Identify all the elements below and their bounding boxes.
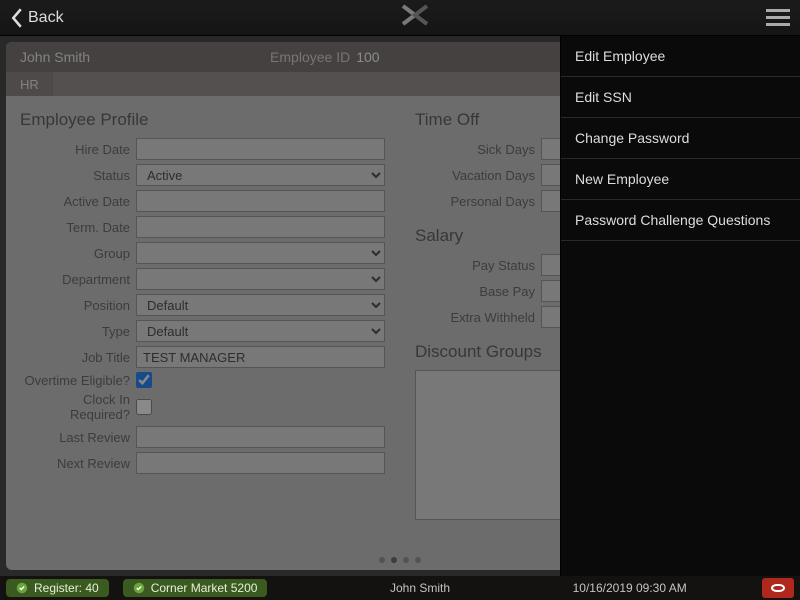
menu-item-edit-employee[interactable]: Edit Employee bbox=[561, 36, 800, 77]
app-logo bbox=[401, 4, 429, 32]
brand-badge[interactable] bbox=[762, 578, 794, 598]
side-menu: Edit Employee Edit SSN Change Password N… bbox=[560, 36, 800, 576]
chevron-left-icon bbox=[10, 8, 24, 28]
menu-item-edit-ssn[interactable]: Edit SSN bbox=[561, 77, 800, 118]
status-store[interactable]: Corner Market 5200 bbox=[123, 579, 268, 597]
menu-item-change-password[interactable]: Change Password bbox=[561, 118, 800, 159]
oracle-o-icon bbox=[771, 584, 785, 592]
menu-item-new-employee[interactable]: New Employee bbox=[561, 159, 800, 200]
check-circle-icon bbox=[133, 582, 145, 594]
menu-icon[interactable] bbox=[766, 5, 790, 30]
menu-item-password-challenge[interactable]: Password Challenge Questions bbox=[561, 200, 800, 241]
top-bar: Back bbox=[0, 0, 800, 36]
status-bar: Register: 40 Corner Market 5200 John Smi… bbox=[0, 576, 800, 600]
check-circle-icon bbox=[16, 582, 28, 594]
status-register[interactable]: Register: 40 bbox=[6, 579, 109, 597]
back-button[interactable]: Back bbox=[10, 8, 64, 28]
status-datetime: 10/16/2019 09:30 AM bbox=[573, 581, 687, 595]
back-label: Back bbox=[28, 9, 64, 27]
content-area: John Smith Employee ID 100 Store 5200 HR… bbox=[0, 36, 800, 576]
status-user: John Smith bbox=[390, 581, 450, 595]
